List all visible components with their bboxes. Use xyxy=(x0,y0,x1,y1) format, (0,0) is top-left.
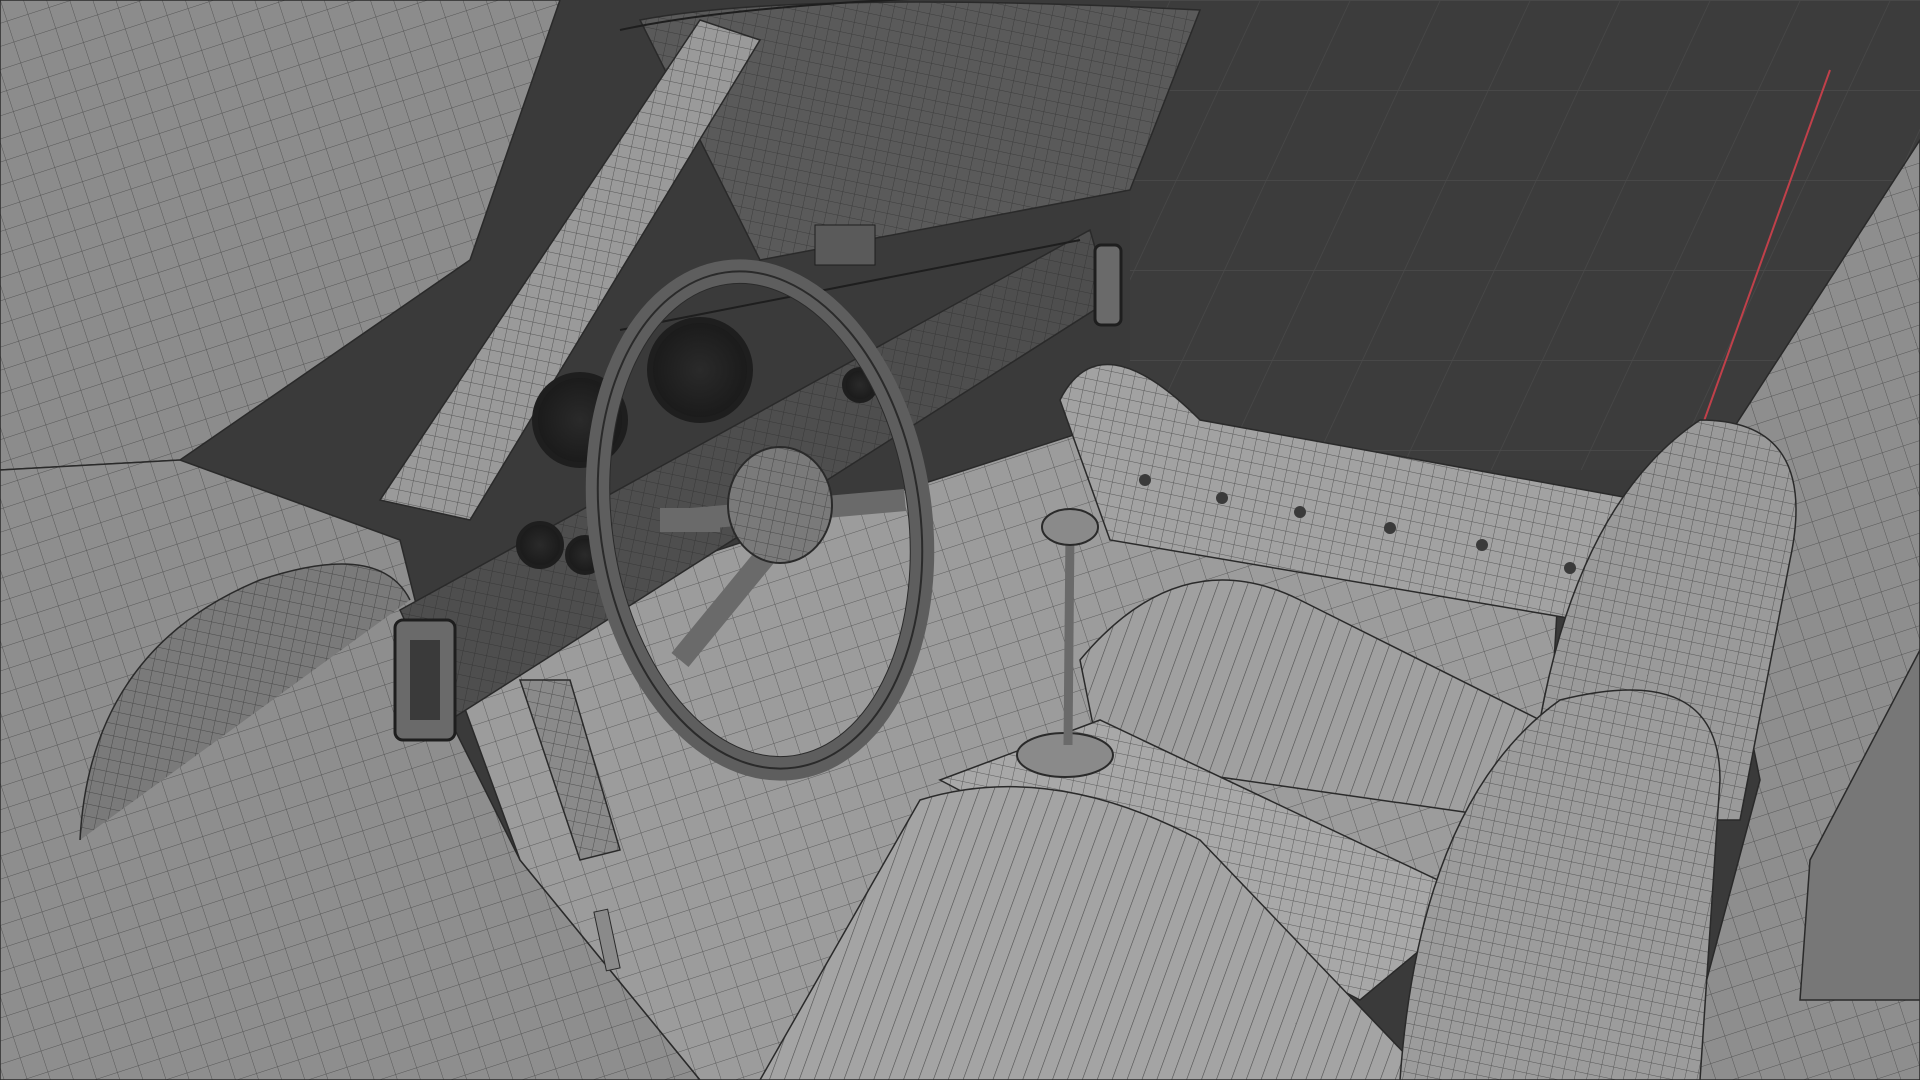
gear-knob[interactable] xyxy=(1041,508,1099,546)
rearview-mirror[interactable] xyxy=(814,224,876,266)
small-gauge-1 xyxy=(516,521,564,569)
viewport-canvas[interactable] xyxy=(0,0,1920,1080)
3d-viewport[interactable] xyxy=(0,0,1920,1080)
door-handle-right[interactable] xyxy=(1093,243,1123,327)
speedometer-gauge xyxy=(647,317,753,423)
door-handle[interactable] xyxy=(393,618,457,742)
